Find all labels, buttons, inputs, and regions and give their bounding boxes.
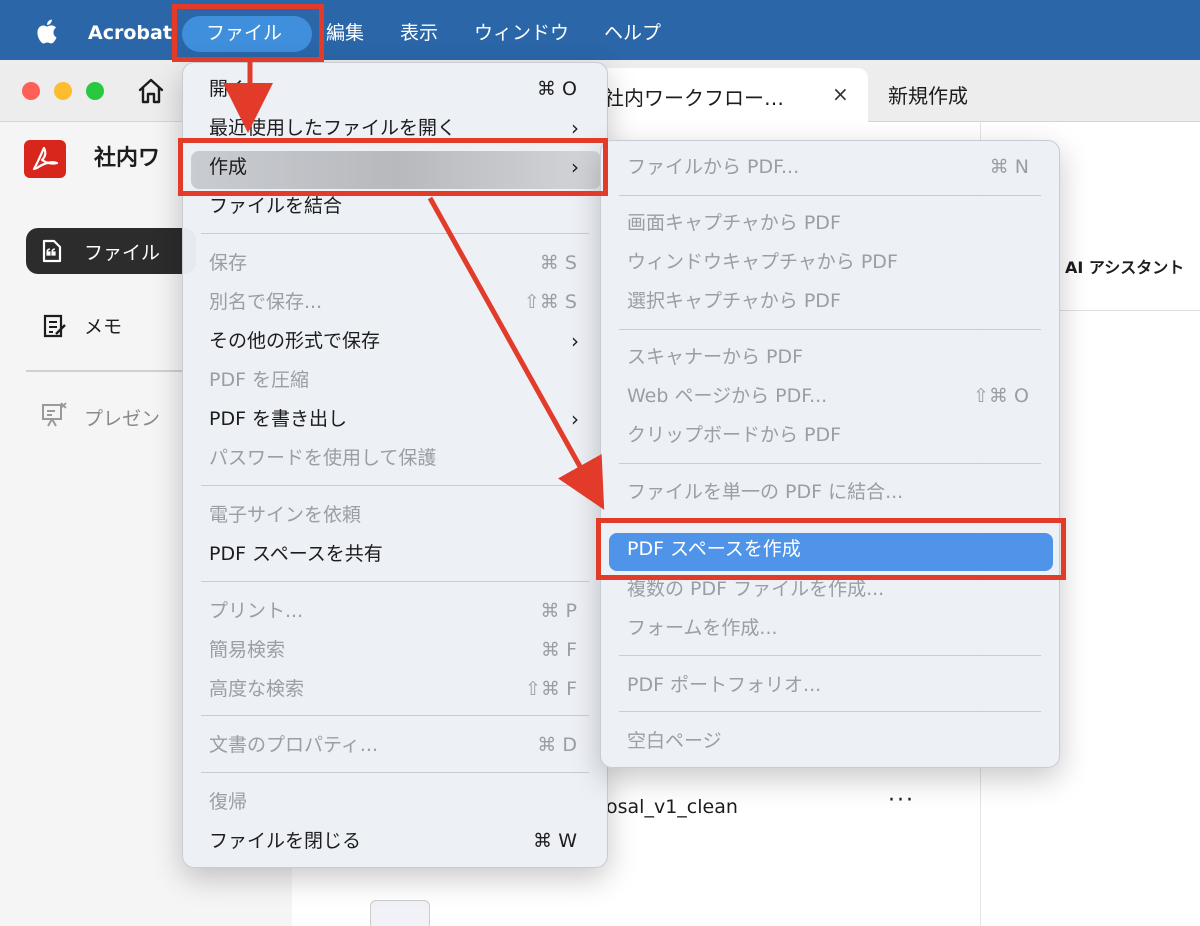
- submenu-item-combine-into-single-pdf[interactable]: ファイルを単一の PDF に結合...: [601, 474, 1059, 510]
- submenu-item-blank-page[interactable]: 空白ページ: [601, 723, 1059, 759]
- submenu-item-pdf-from-clipboard[interactable]: クリップボードから PDF: [601, 417, 1059, 453]
- menu-separator: [201, 233, 589, 234]
- menu-item-find: 簡易検索 ⌘ F: [209, 639, 577, 661]
- menu-item-document-properties: 文書のプロパティ... ⌘ D: [209, 734, 577, 756]
- sidebar-item-file[interactable]: ファイル: [26, 228, 196, 274]
- more-options-icon[interactable]: ···: [888, 788, 915, 813]
- submenu-item-pdf-portfolio[interactable]: PDF ポートフォリオ...: [601, 667, 1059, 703]
- submenu-item-pdf-from-scanner[interactable]: スキャナーから PDF: [601, 339, 1059, 375]
- menu-separator: [201, 581, 589, 582]
- minimize-window-button[interactable]: [54, 82, 72, 100]
- menubar-item-window[interactable]: ウィンドウ: [474, 19, 569, 47]
- tab-document-label: 社内ワークフロー…: [604, 86, 784, 110]
- file-thumbnail[interactable]: [370, 900, 430, 926]
- submenu-item-pdf-from-file[interactable]: ファイルから PDF... ⌘ N: [601, 149, 1059, 185]
- tab-document[interactable]: 社内ワークフロー… ×: [600, 68, 868, 122]
- memo-icon[interactable]: [40, 312, 68, 340]
- chevron-right-icon: ›: [571, 329, 579, 353]
- menu-item-revert: 復帰: [209, 791, 248, 813]
- chevron-right-icon: ›: [571, 407, 579, 431]
- submenu-item-pdf-from-web-page[interactable]: Web ページから PDF... ⇧⌘ O: [601, 378, 1059, 414]
- menu-separator: [619, 463, 1041, 464]
- file-icon: [42, 239, 62, 263]
- presentation-icon[interactable]: [40, 400, 68, 428]
- submenu-item-pdf-from-screen-capture[interactable]: 画面キャプチャから PDF: [601, 205, 1059, 241]
- menubar-item-view[interactable]: 表示: [400, 19, 438, 47]
- menubar-app-name[interactable]: Acrobat: [88, 19, 172, 47]
- submenu-item-pdf-from-selection-capture[interactable]: 選択キャプチャから PDF: [601, 283, 1059, 319]
- close-window-button[interactable]: [22, 82, 40, 100]
- menu-separator: [201, 715, 589, 716]
- menu-separator: [619, 655, 1041, 656]
- submenu-item-create-form[interactable]: フォームを作成...: [601, 610, 1059, 646]
- menu-item-compress-pdf: PDF を圧縮: [209, 369, 310, 391]
- sidebar-item-file-label: ファイル: [84, 242, 161, 264]
- menu-item-advanced-search: 高度な検索 ⇧⌘ F: [209, 678, 577, 700]
- menu-item-save-as: 別名で保存... ⇧⌘ S: [209, 291, 577, 313]
- menubar-item-edit[interactable]: 編集: [326, 19, 364, 47]
- menu-item-share-pdf-space[interactable]: PDF スペースを共有: [183, 536, 607, 572]
- menu-item-protect-password: パスワードを使用して保護: [209, 447, 437, 469]
- tab-close-icon[interactable]: ×: [832, 82, 849, 106]
- sidebar-item-presentation-label[interactable]: プレゼン: [84, 404, 160, 431]
- annotation-box-create-item: [178, 138, 608, 196]
- home-icon[interactable]: [136, 76, 166, 106]
- menu-item-close-file[interactable]: ファイルを閉じる ⌘ W: [183, 823, 607, 859]
- annotation-box-file-menu: [172, 4, 324, 62]
- create-submenu: ファイルから PDF... ⌘ N 画面キャプチャから PDF ウィンドウキャプ…: [600, 140, 1060, 768]
- menubar-item-help[interactable]: ヘルプ: [604, 19, 661, 47]
- menu-separator: [201, 485, 589, 486]
- zoom-window-button[interactable]: [86, 82, 104, 100]
- menu-separator: [619, 329, 1041, 330]
- menu-item-print: プリント... ⌘ P: [209, 600, 577, 622]
- menu-item-save-as-other[interactable]: その他の形式で保存 ›: [183, 323, 607, 359]
- document-title: 社内ワ: [94, 146, 161, 171]
- ai-assistant-button[interactable]: AI アシスタント: [1065, 254, 1184, 278]
- submenu-item-pdf-from-window-capture[interactable]: ウィンドウキャプチャから PDF: [601, 244, 1059, 280]
- menu-separator: [619, 195, 1041, 196]
- apple-logo-icon[interactable]: [34, 16, 58, 46]
- file-list-item-name[interactable]: osal_v1_clean: [606, 796, 738, 818]
- tab-new[interactable]: 新規作成: [888, 80, 968, 109]
- sidebar-item-memo-label[interactable]: メモ: [84, 312, 122, 339]
- menu-item-export-pdf[interactable]: PDF を書き出し ›: [183, 401, 607, 437]
- menu-separator: [201, 772, 589, 773]
- acrobat-logo-icon: [24, 140, 66, 178]
- menu-separator: [619, 711, 1041, 712]
- menu-item-save: 保存 ⌘ S: [209, 252, 577, 274]
- annotation-box-create-pdf-space: [596, 518, 1066, 580]
- menu-item-request-esign: 電子サインを依頼: [209, 504, 362, 526]
- menu-item-open[interactable]: 開く... ⌘ O: [183, 71, 607, 107]
